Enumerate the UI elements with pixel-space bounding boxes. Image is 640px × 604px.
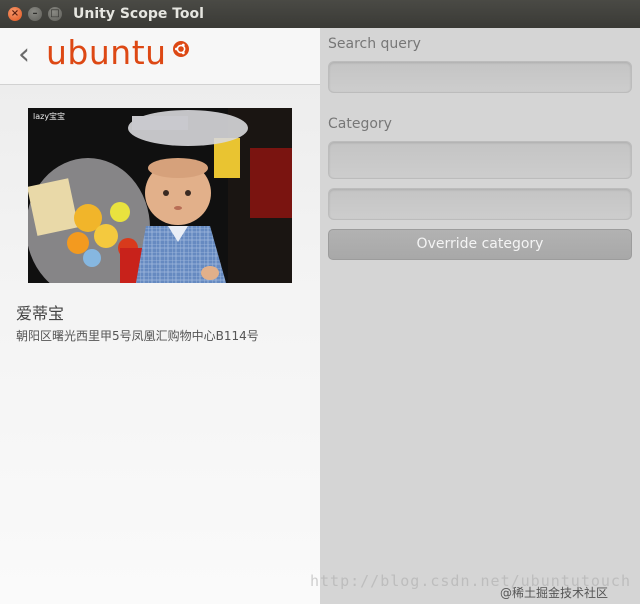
preview-panel: ‹ ubuntu lazy宝宝 爱蒂宝 朝阳区曙光西里甲5号凤凰汇购物中心B11… [0,28,320,604]
scope-controls-panel: Search query Category Override category [320,28,640,604]
search-query-label: Search query [328,36,421,52]
search-query-field[interactable] [328,61,632,93]
item-title: 爱蒂宝 [16,304,65,323]
category-select[interactable] [329,142,631,178]
item-address: 朝阳区曙光西里甲5号凤凰汇购物中心B114号 [16,329,259,343]
preview-image: lazy宝宝 [28,108,292,283]
minimize-window-button[interactable]: – [28,7,42,21]
category-dropdown[interactable] [328,141,632,179]
override-category-button[interactable]: Override category [328,229,632,260]
ubuntu-logo: ubuntu [46,33,167,72]
close-window-button[interactable]: × [8,7,22,21]
category-label: Category [328,116,392,132]
maximize-window-button[interactable]: □ [48,7,62,21]
category-override-input[interactable] [329,189,631,219]
window-title: Unity Scope Tool [73,6,204,22]
photo-caption: lazy宝宝 [33,112,66,121]
ubuntu-circle-icon [173,41,189,57]
window-titlebar: × – □ Unity Scope Tool [0,0,640,29]
baby-photo-illustration [28,108,292,283]
credit-watermark: @稀土掘金技术社区 [500,586,609,600]
back-chevron-icon[interactable]: ‹ [18,38,38,72]
category-override-field[interactable] [328,188,632,220]
preview-header: ‹ ubuntu [0,28,320,85]
search-query-input[interactable] [329,62,631,92]
